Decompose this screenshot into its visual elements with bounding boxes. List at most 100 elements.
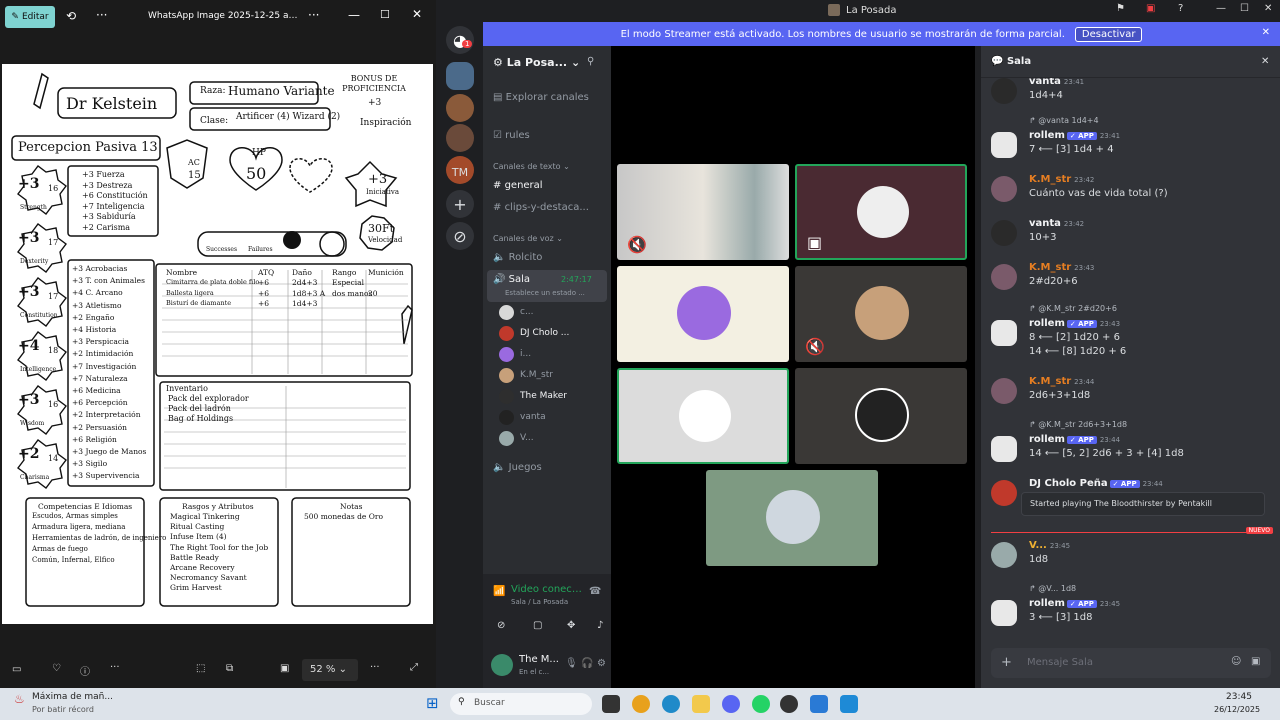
message-author[interactable]: rollem: [1029, 598, 1065, 609]
video-tile-user[interactable]: [617, 266, 789, 362]
headphones-icon[interactable]: 🎧: [581, 658, 593, 669]
reply-reference[interactable]: ↱ @vanta 1d4+4: [1029, 116, 1099, 125]
explore-channels[interactable]: ▤ Explorar canales: [493, 92, 589, 103]
message-avatar[interactable]: [991, 436, 1017, 462]
reply-reference[interactable]: ↱ @K.M_str 2#d20+6: [1029, 304, 1117, 313]
voice-category[interactable]: Canales de voz ⌄: [493, 234, 563, 243]
voice-sala-active[interactable]: 🔊 Sala 2:47:17 Establece un estado ...: [487, 270, 607, 302]
microphone-icon[interactable]: 🎙: [565, 658, 578, 669]
disconnect-icon[interactable]: ☎: [589, 586, 601, 597]
chat-close-icon[interactable]: ✕: [1261, 56, 1269, 67]
activity-card[interactable]: Started playing The Bloodthirster by Pen…: [1021, 492, 1265, 516]
inbox-icon[interactable]: ▣: [1146, 3, 1155, 14]
video-tile-user[interactable]: [795, 368, 967, 464]
voice-user[interactable]: DJ Cholo ...: [499, 325, 607, 343]
rotate-icon[interactable]: ⟲: [66, 9, 76, 23]
message-author[interactable]: rollem: [1029, 318, 1065, 329]
user-avatar[interactable]: [491, 654, 513, 676]
server-icon[interactable]: [446, 124, 474, 152]
toolbar-more-icon[interactable]: ···: [370, 662, 380, 673]
activities-icon[interactable]: ✥: [567, 620, 575, 631]
task-view-icon[interactable]: [602, 695, 620, 713]
app-icon[interactable]: [780, 695, 798, 713]
explore-icon[interactable]: ⊘: [446, 222, 474, 250]
sticker-icon[interactable]: ▣: [1251, 656, 1260, 667]
video-tile-user[interactable]: [617, 368, 789, 464]
edge-icon[interactable]: [662, 695, 680, 713]
close-icon[interactable]: ✕: [412, 7, 422, 21]
maximize-icon[interactable]: ☐: [1240, 3, 1249, 14]
gif-icon[interactable]: ☺: [1231, 656, 1241, 667]
message-avatar[interactable]: [991, 480, 1017, 506]
message-author[interactable]: vanta: [1029, 218, 1061, 229]
message-author[interactable]: K.M_str: [1029, 262, 1071, 273]
voice-user[interactable]: The Maker: [499, 388, 607, 406]
add-server-icon[interactable]: +: [446, 190, 474, 218]
message-avatar[interactable]: [991, 320, 1017, 346]
flag-icon[interactable]: ⚑: [1116, 3, 1125, 14]
text-category[interactable]: Canales de texto ⌄: [493, 162, 570, 171]
screenshare-icon[interactable]: ▢: [533, 620, 542, 631]
invite-icon[interactable]: ⚲: [587, 56, 594, 67]
video-tile-user[interactable]: 🔇: [795, 266, 967, 362]
file-explorer-icon[interactable]: [692, 695, 710, 713]
video-tile-speaking[interactable]: ▣: [795, 164, 967, 260]
message-avatar[interactable]: [991, 600, 1017, 626]
channel-general[interactable]: # general: [493, 180, 543, 191]
message-author[interactable]: DJ Cholo Peña: [1029, 478, 1108, 489]
maximize-icon[interactable]: ☐: [380, 8, 390, 21]
voice-juegos[interactable]: 🔈 Juegos: [493, 462, 542, 473]
message-author[interactable]: rollem: [1029, 434, 1065, 445]
fullscreen-icon[interactable]: ⤢: [410, 662, 418, 673]
message-author[interactable]: rollem: [1029, 130, 1065, 141]
message-avatar[interactable]: [991, 176, 1017, 202]
voice-user[interactable]: i...: [499, 346, 607, 364]
help-icon[interactable]: ?: [1178, 3, 1183, 14]
message-avatar[interactable]: [991, 78, 1017, 104]
favorite-icon[interactable]: ♡: [52, 663, 61, 674]
message-input[interactable]: + Mensaje Sala ☺ ▣: [991, 648, 1271, 678]
video-tile-camera[interactable]: 🔇: [617, 164, 789, 260]
voice-user[interactable]: vanta: [499, 409, 607, 427]
reply-reference[interactable]: ↱ @V... 1d8: [1029, 584, 1076, 593]
channel-clips[interactable]: # clips-y-destaca...: [493, 202, 589, 213]
actual-size-icon[interactable]: ⧉: [226, 663, 233, 674]
discord-icon[interactable]: [722, 695, 740, 713]
add-attachment-icon[interactable]: +: [1001, 655, 1012, 670]
edit-button[interactable]: ✎ Editar: [5, 6, 55, 28]
notepad-icon[interactable]: [840, 695, 858, 713]
signal-icon[interactable]: 📶: [493, 586, 505, 597]
message-avatar[interactable]: [991, 264, 1017, 290]
message-author[interactable]: K.M_str: [1029, 174, 1071, 185]
disable-streamer-button[interactable]: Desactivar: [1074, 26, 1143, 42]
close-icon[interactable]: ✕: [1264, 3, 1272, 14]
chrome-icon[interactable]: [632, 695, 650, 713]
whatsapp-icon[interactable]: [752, 695, 770, 713]
message-avatar[interactable]: [991, 132, 1017, 158]
server-la-posada[interactable]: [446, 62, 474, 90]
server-tm[interactable]: TM: [446, 158, 474, 186]
video-tile-user[interactable]: [706, 470, 878, 566]
message-avatar[interactable]: [991, 378, 1017, 404]
zoom-fit-icon[interactable]: ▣: [280, 663, 289, 674]
minimize-icon[interactable]: —: [348, 8, 360, 22]
server-icon[interactable]: [446, 94, 474, 122]
info-icon[interactable]: ⓘ: [80, 663, 90, 678]
clock-time[interactable]: 23:45: [1226, 692, 1252, 702]
channel-rules[interactable]: ☑ rules: [493, 130, 530, 141]
title-more-icon[interactable]: ···: [308, 8, 319, 22]
message-avatar[interactable]: [991, 542, 1017, 568]
message-author[interactable]: vanta: [1029, 78, 1061, 87]
message-author[interactable]: V...: [1029, 540, 1047, 551]
voice-user[interactable]: V...: [499, 430, 607, 448]
camera-off-icon[interactable]: ⊘: [497, 620, 505, 631]
soundboard-icon[interactable]: ♪: [597, 620, 603, 631]
settings-icon[interactable]: ⚙: [597, 658, 606, 669]
news-title[interactable]: Máxima de mañ...: [32, 692, 113, 702]
reply-reference[interactable]: ↱ @K.M_str 2d6+3+1d8: [1029, 420, 1127, 429]
more-options-icon[interactable]: ···: [96, 8, 107, 22]
start-icon[interactable]: ⊞: [426, 694, 439, 712]
minimize-icon[interactable]: —: [1216, 3, 1226, 14]
message-avatar[interactable]: [991, 220, 1017, 246]
server-name[interactable]: ⚙ La Posa... ⌄: [493, 56, 580, 69]
